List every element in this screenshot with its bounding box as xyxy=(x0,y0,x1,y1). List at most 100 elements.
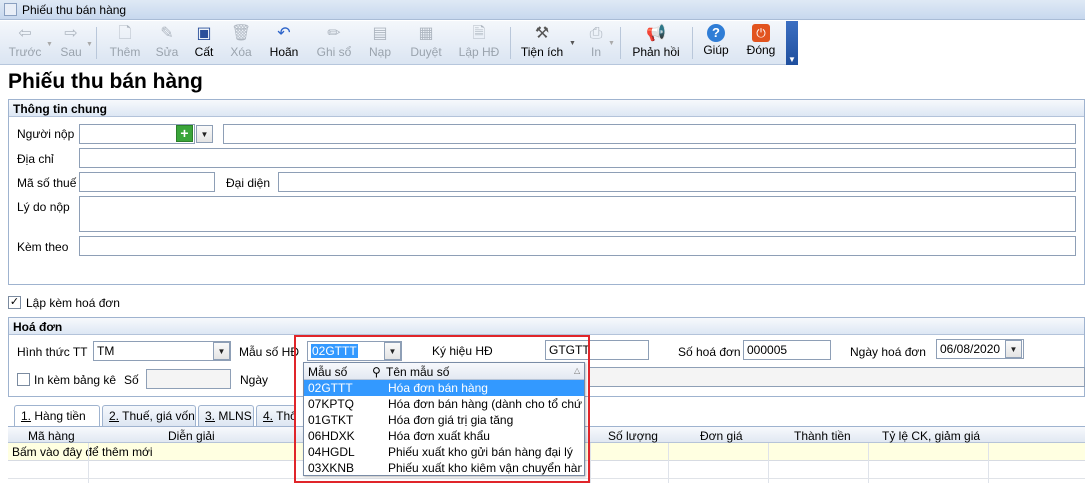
grid-divider xyxy=(868,443,869,483)
print-dropdown-icon[interactable]: ▼ xyxy=(608,40,615,47)
with-invoice-checkbox[interactable]: ✓ xyxy=(8,296,21,309)
reason-label: Lý do nộp xyxy=(17,200,70,214)
tab-tax-cost[interactable]: 2. Thuế, giá vốn xyxy=(102,405,196,426)
tax-code-input[interactable] xyxy=(79,172,215,192)
utilities-dropdown-icon[interactable]: ▼ xyxy=(569,40,576,47)
col-quantity[interactable]: Số lượng xyxy=(608,429,658,443)
next-button[interactable]: ⇨ Sau xyxy=(54,23,88,63)
sort-up-icon: △ xyxy=(574,366,581,375)
list-item[interactable]: 02GTTT Hóa đơn bán hàng xyxy=(304,380,584,396)
tab-mlns[interactable]: 3. MLNS xyxy=(198,405,254,426)
invoice-add-icon: 🗎 xyxy=(472,25,486,42)
post-button[interactable]: ✏ Ghi sổ xyxy=(312,23,356,63)
template-dropdown-list: Mẫu số ⚲ Tên mẫu số △ 02GTTT Hóa đơn bán… xyxy=(303,362,585,476)
list-item[interactable]: 04HGDL Phiếu xuất kho gửi bán hàng đại l… xyxy=(304,444,584,460)
title-bar: Phiếu thu bán hàng xyxy=(0,0,1085,20)
ngay-input[interactable] xyxy=(588,367,1085,387)
tab-goods-money[interactable]: 1. Hàng tiền xyxy=(14,405,100,427)
chevron-down-icon: ▼ xyxy=(788,55,796,64)
payment-method-label: Hình thức TT xyxy=(17,345,88,359)
payment-method-dropdown-button[interactable]: ▼ xyxy=(213,342,230,360)
print-list-label: In kèm bảng kê xyxy=(34,373,117,387)
list-item[interactable]: 03XKNB Phiếu xuất kho kiêm vận chuyển hà… xyxy=(304,460,584,476)
printer-icon: ⎙ xyxy=(589,25,603,42)
binoculars-icon[interactable]: ⚲ xyxy=(372,365,381,379)
so-label: Số xyxy=(124,373,139,387)
save-button[interactable]: ▣ Cất xyxy=(188,23,220,63)
attach-input[interactable] xyxy=(79,236,1076,256)
dropdown-col-code[interactable]: Mẫu số xyxy=(308,365,347,379)
tax-code-label: Mã số thuế xyxy=(17,176,77,190)
floppy-disk-icon: ▣ xyxy=(196,25,212,42)
list-item[interactable]: 06HDXK Hóa đơn xuất khẩu xyxy=(304,428,584,444)
grid-divider xyxy=(768,443,769,483)
so-input[interactable] xyxy=(146,369,231,389)
attach-label: Kèm theo xyxy=(17,240,69,254)
representative-input[interactable] xyxy=(278,172,1076,192)
undo-icon: ↶ xyxy=(277,25,291,42)
make-invoice-button[interactable]: 🗎 Lập HĐ xyxy=(454,23,504,63)
toolbar-separator xyxy=(96,27,97,59)
megaphone-icon: 📢 xyxy=(646,25,666,42)
arrow-right-icon: ⇨ xyxy=(64,25,78,42)
col-description[interactable]: Diễn giải xyxy=(168,429,215,443)
grid-divider xyxy=(668,443,669,483)
new-document-icon: 🗋 xyxy=(118,25,132,42)
payer-label: Người nộp xyxy=(17,127,75,141)
col-unit-price[interactable]: Đơn giá xyxy=(700,429,743,443)
invoice-header: Hoá đơn xyxy=(9,318,1084,335)
representative-label: Đại diện xyxy=(226,176,271,190)
edit-button[interactable]: ✎ Sửa xyxy=(150,23,184,63)
list-item[interactable]: 01GTKT Hóa đơn giá trị gia tăng xyxy=(304,412,584,428)
app-icon xyxy=(4,3,17,16)
payer-dropdown-button[interactable]: ▼ xyxy=(196,125,213,143)
col-item-code[interactable]: Mã hàng xyxy=(28,429,75,443)
tab-info[interactable]: 4. Thông xyxy=(256,405,296,426)
grid-divider xyxy=(88,443,89,483)
delete-button[interactable]: 🗑 Xóa xyxy=(224,23,258,63)
toolbar-overflow[interactable]: ▼ xyxy=(786,21,798,65)
utilities-button[interactable]: ⚒ Tiện ích xyxy=(518,23,566,63)
symbol-label: Ký hiệu HĐ xyxy=(432,344,493,358)
invoice-date-label: Ngày hoá đơn xyxy=(850,345,926,359)
load-button[interactable]: ▤ Nạp xyxy=(362,23,398,63)
help-button[interactable]: ? Giúp xyxy=(700,23,732,63)
arrow-left-icon: ⇦ xyxy=(18,25,32,42)
reason-input[interactable] xyxy=(79,196,1076,232)
edit-document-icon: ✎ xyxy=(160,25,174,42)
prev-dropdown-icon[interactable]: ▼ xyxy=(46,41,53,48)
payer-name-input[interactable] xyxy=(223,124,1076,144)
undo-button[interactable]: ↶ Hoãn xyxy=(264,23,304,63)
list-item[interactable]: 07KPTQ Hóa đơn bán hàng (dành cho tổ chứ… xyxy=(304,396,584,412)
address-input[interactable] xyxy=(79,148,1076,168)
invoice-number-input[interactable]: 000005 xyxy=(743,340,831,360)
print-button[interactable]: ⎙ In xyxy=(582,23,610,63)
payment-method-select[interactable]: TM xyxy=(93,341,231,361)
feedback-button[interactable]: 📢 Phản hồi xyxy=(628,23,684,63)
toolbar-separator xyxy=(692,27,693,59)
close-button[interactable]: ⏻ Đóng xyxy=(742,23,780,63)
invoice-date-dropdown-button[interactable]: ▼ xyxy=(1005,340,1022,358)
power-icon: ⏻ xyxy=(752,24,770,42)
delete-document-icon: 🗑 xyxy=(231,25,252,42)
tools-icon: ⚒ xyxy=(534,25,550,42)
prev-button[interactable]: ⇦ Trước xyxy=(4,23,46,63)
ngay-label: Ngày xyxy=(240,373,269,387)
dropdown-col-name[interactable]: Tên mẫu số xyxy=(386,365,449,379)
address-label: Địa chỉ xyxy=(17,152,54,166)
col-discount-rate[interactable]: Tỷ lệ CK, giảm giá xyxy=(882,429,980,443)
new-row-hint: Bấm vào đây để thêm mới xyxy=(12,445,153,459)
invoice-number-label: Số hoá đơn xyxy=(678,345,741,359)
with-invoice-label: Lập kèm hoá đơn xyxy=(26,296,120,310)
col-amount[interactable]: Thành tiền xyxy=(794,429,851,443)
print-list-checkbox[interactable] xyxy=(17,373,30,386)
toolbar: ⇦ Trước ▼ ⇨ Sau ▼ 🗋 Thêm ✎ Sửa ▣ Cất 🗑 X… xyxy=(0,21,798,65)
symbol-input[interactable]: GTGTT xyxy=(545,340,649,360)
load-document-icon: ▤ xyxy=(372,25,388,42)
add-button[interactable]: 🗋 Thêm xyxy=(104,23,146,63)
template-dropdown-button[interactable]: ▼ xyxy=(384,342,401,360)
dropdown-header: Mẫu số ⚲ Tên mẫu số △ xyxy=(304,363,584,380)
approve-button[interactable]: ▦ Duyệt xyxy=(404,23,448,63)
next-dropdown-icon[interactable]: ▼ xyxy=(86,41,93,48)
add-payer-icon[interactable]: + xyxy=(176,125,193,142)
